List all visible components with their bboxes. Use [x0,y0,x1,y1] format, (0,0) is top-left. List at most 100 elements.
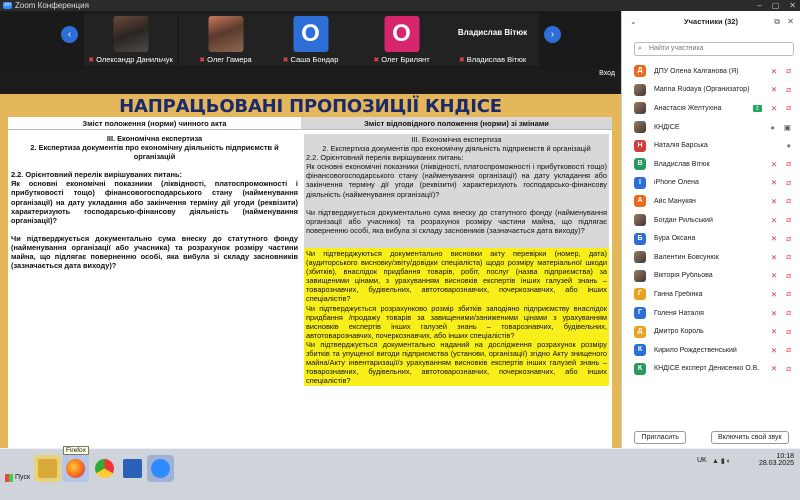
mic-icon[interactable]: ● [770,123,775,132]
camera-off-icon[interactable]: ⧄ [786,66,791,76]
unmute-self-button[interactable]: Включить свой звук [710,430,789,444]
camera-off-icon[interactable]: ⧄ [786,271,791,281]
left-item: 2.2. Орієнтовний перелік вирішуваних пит… [11,170,182,180]
video-tile[interactable]: О ✖ Олег Брилянт [355,14,448,66]
participant-row[interactable]: К КНДІСЕ експерт Денисенко О.В. ✕ ⧄ [622,360,800,379]
camera-off-icon[interactable]: ⧄ [786,252,791,262]
camera-off-icon[interactable]: ⧄ [786,289,791,299]
window-controls: – ▢ ✕ [757,0,796,11]
participant-name: Наталія Барська [654,142,708,150]
camera-off-icon[interactable]: ⧄ [786,308,791,318]
mic-muted-icon[interactable]: ✕ [771,253,777,262]
participant-row[interactable]: А Айс Манукян ✕ ⧄ [622,192,800,211]
mic-muted-icon[interactable]: ✕ [771,216,777,225]
camera-icon[interactable]: ▣ [784,123,791,132]
popout-icon[interactable]: ⧉ [774,11,780,33]
avatar [634,102,646,115]
video-tile[interactable]: ✖ Олег Гамера [179,14,272,66]
mic-muted-icon[interactable]: ✕ [771,271,777,280]
participant-row[interactable]: Валентин Бовсунюк ✕ ⧄ [622,248,800,267]
participant-row[interactable]: К Кирило Рождественський ✕ ⧄ [622,341,800,360]
firefox-icon[interactable] [62,455,89,482]
camera-off-icon[interactable]: ⧄ [786,345,791,355]
camera-off-icon[interactable]: ⧄ [786,159,791,169]
camera-off-icon[interactable]: ⧄ [786,327,791,337]
camera-off-icon[interactable]: ⧄ [786,178,791,188]
participants-header: Участники (32) [684,17,738,26]
participant-row[interactable]: КНДІСЕ ● ▣ [622,118,800,137]
participant-search-input[interactable]: ⌕ Найти участника [634,42,794,56]
participant-row[interactable]: Б Бура Оксана ✕ ⧄ [622,229,800,248]
collapse-arrow-icon[interactable]: ⌄ [630,11,637,33]
participant-row[interactable]: Анастасія Желтухіна ⇪ ✕ ⧄ [622,99,800,118]
mic-icon[interactable]: ● [786,141,791,150]
exit-label[interactable]: Вход [599,70,615,77]
maximize-button[interactable]: ▢ [772,0,780,11]
participant-row[interactable]: Н Наталія Барська ● [622,136,800,155]
zoom-taskbar-icon[interactable] [147,455,174,482]
mic-muted-icon[interactable]: ✕ [771,234,777,243]
added-question-2: Чи підтверджується розрахунково розмір з… [306,303,607,340]
participant-row[interactable]: IiPhone Олена ✕ ⧄ [622,174,800,193]
window-title: Zoom Конференция [15,1,89,10]
tile-name: Саша Бондар [290,55,339,64]
clock-time: 10:18 [776,453,794,460]
mic-muted-icon[interactable]: ✕ [771,160,777,169]
filmstrip-prev-button[interactable]: ‹ [61,26,78,43]
participant-row[interactable]: Г Голеня Наталія ✕ ⧄ [622,304,800,323]
minimize-button[interactable]: – [757,0,761,11]
start-button[interactable]: Пуск [3,469,38,487]
participant-row[interactable]: Д Дмитро Король ✕ ⧄ [622,322,800,341]
camera-off-icon[interactable]: ⧄ [786,234,791,244]
mic-muted-icon[interactable]: ✕ [771,364,777,373]
word-icon[interactable] [119,455,146,482]
mic-muted-icon[interactable]: ✕ [771,327,777,336]
camera-off-icon[interactable]: ⧄ [786,103,791,113]
filmstrip-next-button[interactable]: › [544,26,561,43]
mic-muted-icon[interactable]: ✕ [771,290,777,299]
participant-row[interactable]: Г Ганна Гребінка ✕ ⧄ [622,285,800,304]
mic-muted-icon[interactable]: ✕ [771,309,777,318]
video-tile[interactable]: О ✖ Саша Бондар [264,14,357,66]
tray-icons[interactable]: ▲ ▮ ◐ [712,457,731,465]
participant-row[interactable]: Marina Rudaya (Организатор) ✕ ⧄ [622,81,800,100]
mic-muted-icon: ✖ [199,57,206,64]
camera-off-icon[interactable]: ⧄ [786,196,791,206]
file-explorer-icon[interactable] [34,455,61,482]
mic-muted-icon[interactable]: ✕ [771,104,777,113]
tile-name: Владислав Вітюк [466,55,527,64]
tile-name: Олег Гамера [207,55,252,64]
participant-row[interactable]: Богдан Рильський ✕ ⧄ [622,211,800,230]
mic-muted-icon[interactable]: ✕ [771,346,777,355]
video-tile[interactable]: Владислав Вітюк ✖ Владислав Вітюк [446,14,539,66]
tile-name: Олег Брилянт [381,55,430,64]
right-question-1: Як основні економічні показники (ліквідн… [306,162,607,199]
left-question-2: Чи підтверджується документально сума вн… [11,233,298,271]
right-question-2: Чи підтверджується документально сума вн… [306,207,607,235]
video-tile[interactable]: ✖ Олександр Данильчук [84,14,177,66]
participant-row[interactable]: Вікторія Рубльова ✕ ⧄ [622,267,800,286]
mic-muted-icon[interactable]: ✕ [771,85,777,94]
mic-muted-icon[interactable]: ✕ [771,197,777,206]
invite-button[interactable]: Пригласить [634,430,686,444]
participant-row[interactable]: В Владислав Вітюк ✕ ⧄ [622,155,800,174]
mic-muted-icon[interactable]: ✕ [771,178,777,187]
close-button[interactable]: ✕ [789,0,796,11]
added-question-3: Чи підтверджується документально наданий… [306,339,607,386]
avatar: Д [634,325,646,338]
right-subsection: 2. Експертиза документів про економічну … [322,144,591,154]
clock-date: 28.03.2025 [758,460,794,467]
camera-off-icon[interactable]: ⧄ [786,85,791,95]
clock[interactable]: 10:18 28.03.2025 [759,453,794,467]
panel-footer: Пригласить Включить свой звук [622,426,800,448]
avatar [634,214,646,227]
mic-muted-icon: ✖ [88,57,95,64]
close-panel-icon[interactable]: ✕ [787,11,794,33]
mic-muted-icon[interactable]: ✕ [771,67,777,76]
unchanged-text-block: ІІІ. Економічна експертиза 2. Експертиза… [304,134,609,248]
participant-row[interactable]: Д ДПУ Олена Калганова (Я) ✕ ⧄ [622,62,800,81]
language-indicator[interactable]: UK [697,457,707,464]
camera-off-icon[interactable]: ⧄ [786,364,791,374]
chrome-icon[interactable] [91,455,118,482]
camera-off-icon[interactable]: ⧄ [786,215,791,225]
